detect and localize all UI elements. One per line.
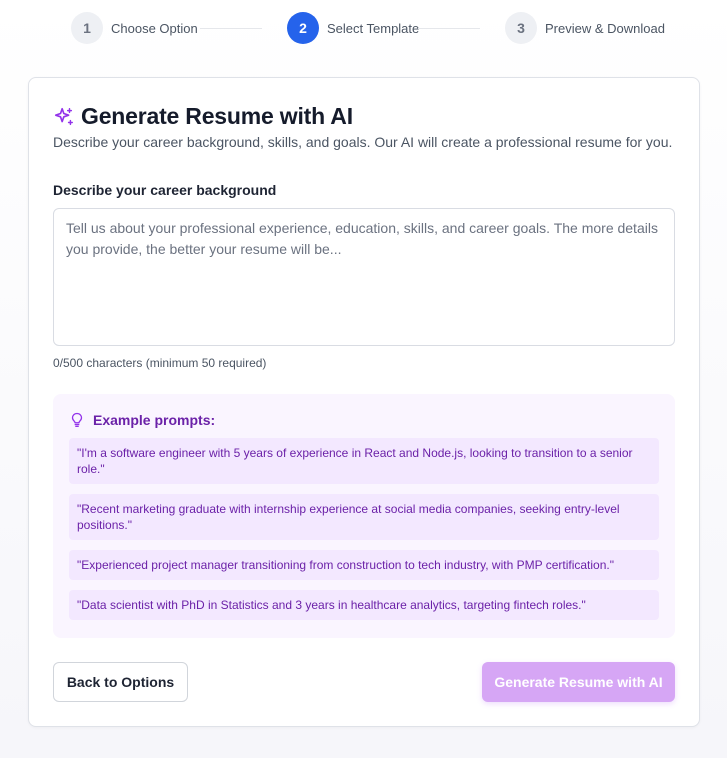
career-background-input[interactable] (53, 208, 675, 346)
example-prompt[interactable]: "Data scientist with PhD in Statistics a… (69, 590, 659, 620)
back-to-options-button[interactable]: Back to Options (53, 662, 188, 702)
progress-stepper: 1 Choose Option 2 Select Template 3 Prev… (0, 12, 727, 46)
lightbulb-icon (71, 412, 83, 428)
step-number: 3 (505, 12, 537, 44)
example-prompts-header: Example prompts: (69, 412, 215, 428)
step-connector (200, 28, 262, 29)
career-background-label: Describe your career background (53, 182, 277, 198)
step-select-template: 2 Select Template (287, 12, 419, 44)
example-prompt[interactable]: "I'm a software engineer with 5 years of… (69, 438, 659, 484)
step-number: 2 (287, 12, 319, 44)
step-choose-option: 1 Choose Option (71, 12, 198, 44)
page-subtitle: Describe your career background, skills,… (53, 134, 673, 150)
example-prompts-panel: Example prompts: "I'm a software enginee… (53, 394, 675, 638)
example-prompt[interactable]: "Recent marketing graduate with internsh… (69, 494, 659, 540)
card-header: Generate Resume with AI (53, 103, 353, 130)
example-prompt[interactable]: "Experienced project manager transitioni… (69, 550, 659, 580)
step-label: Choose Option (111, 20, 198, 36)
page-title: Generate Resume with AI (81, 103, 353, 129)
sparkles-icon (54, 107, 73, 125)
step-connector (418, 28, 480, 29)
step-number: 1 (71, 12, 103, 44)
generate-resume-button[interactable]: Generate Resume with AI (482, 662, 675, 702)
step-preview-download: 3 Preview & Download (505, 12, 665, 44)
step-label: Preview & Download (545, 20, 665, 36)
step-label: Select Template (327, 20, 420, 36)
example-prompts-title: Example prompts: (93, 412, 216, 428)
character-counter: 0/500 characters (minimum 50 required) (53, 356, 267, 370)
ai-generate-card: Generate Resume with AI Describe your ca… (28, 77, 700, 727)
